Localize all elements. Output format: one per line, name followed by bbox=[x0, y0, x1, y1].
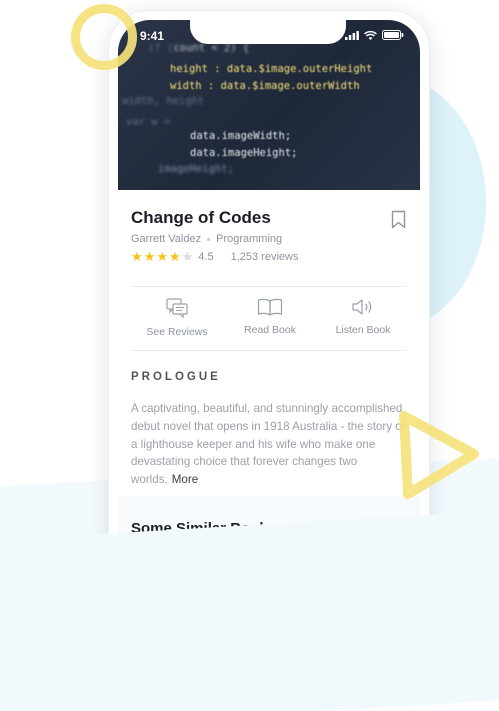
star-icon: ★ bbox=[143, 249, 156, 264]
book-author[interactable]: Garrett Valdez bbox=[131, 233, 201, 245]
wifi-icon bbox=[364, 30, 377, 40]
see-reviews-button[interactable]: See Reviews bbox=[132, 298, 222, 338]
code-line: imageHeight; bbox=[158, 163, 234, 175]
divider bbox=[131, 350, 407, 351]
book-title: Change of Codes bbox=[131, 208, 271, 227]
decorative-triangle bbox=[399, 411, 479, 499]
listen-book-button[interactable]: Listen Book bbox=[318, 298, 408, 338]
listen-book-label: Listen Book bbox=[335, 324, 391, 336]
book-meta: Garrett Valdez Programming bbox=[131, 233, 282, 245]
more-link[interactable]: More bbox=[172, 473, 198, 486]
rating-row: ★ ★ ★ ★ ★ 4.5 1,253 reviews bbox=[131, 250, 298, 263]
book-actions: See Reviews Read Book Listen Book bbox=[118, 298, 420, 338]
star-icon: ★ bbox=[156, 249, 168, 264]
star-icon: ★ bbox=[168, 249, 181, 264]
code-line: data.imageHeight; bbox=[190, 147, 298, 159]
book-icon bbox=[257, 298, 283, 316]
battery-icon bbox=[382, 30, 404, 40]
divider bbox=[131, 286, 407, 287]
code-line: data.imageWidth; bbox=[190, 130, 292, 142]
review-count[interactable]: 1,253 reviews bbox=[231, 251, 299, 263]
status-time: 9:41 bbox=[140, 29, 165, 43]
status-bar: 9:41 bbox=[118, 20, 420, 50]
speaker-icon bbox=[352, 299, 372, 315]
code-line: height : data.$image.outerHeight bbox=[170, 63, 373, 75]
star-empty-icon: ★ bbox=[181, 249, 194, 264]
code-line: width, height bbox=[122, 95, 205, 107]
book-genre[interactable]: Programming bbox=[216, 233, 282, 245]
prologue-text: A captivating, beautiful, and stunningly… bbox=[131, 400, 409, 489]
see-reviews-label: See Reviews bbox=[146, 326, 208, 338]
meta-separator bbox=[207, 237, 211, 241]
decorative-ring bbox=[71, 4, 137, 70]
read-book-button[interactable]: Read Book bbox=[225, 298, 315, 338]
signal-icon bbox=[345, 30, 359, 40]
code-line: var w = bbox=[126, 116, 171, 128]
star-icon: ★ bbox=[131, 249, 143, 264]
reviews-icon bbox=[166, 298, 188, 318]
status-icons bbox=[345, 30, 404, 40]
rating-value: 4.5 bbox=[198, 250, 214, 263]
code-line: width : data.$image.outerWidth bbox=[170, 80, 360, 92]
foreground-sheet bbox=[0, 509, 499, 711]
bookmark-icon[interactable] bbox=[391, 210, 406, 234]
read-book-label: Read Book bbox=[244, 324, 296, 336]
phone-notch bbox=[190, 20, 346, 44]
prologue-heading: PROLOGUE bbox=[131, 371, 221, 383]
